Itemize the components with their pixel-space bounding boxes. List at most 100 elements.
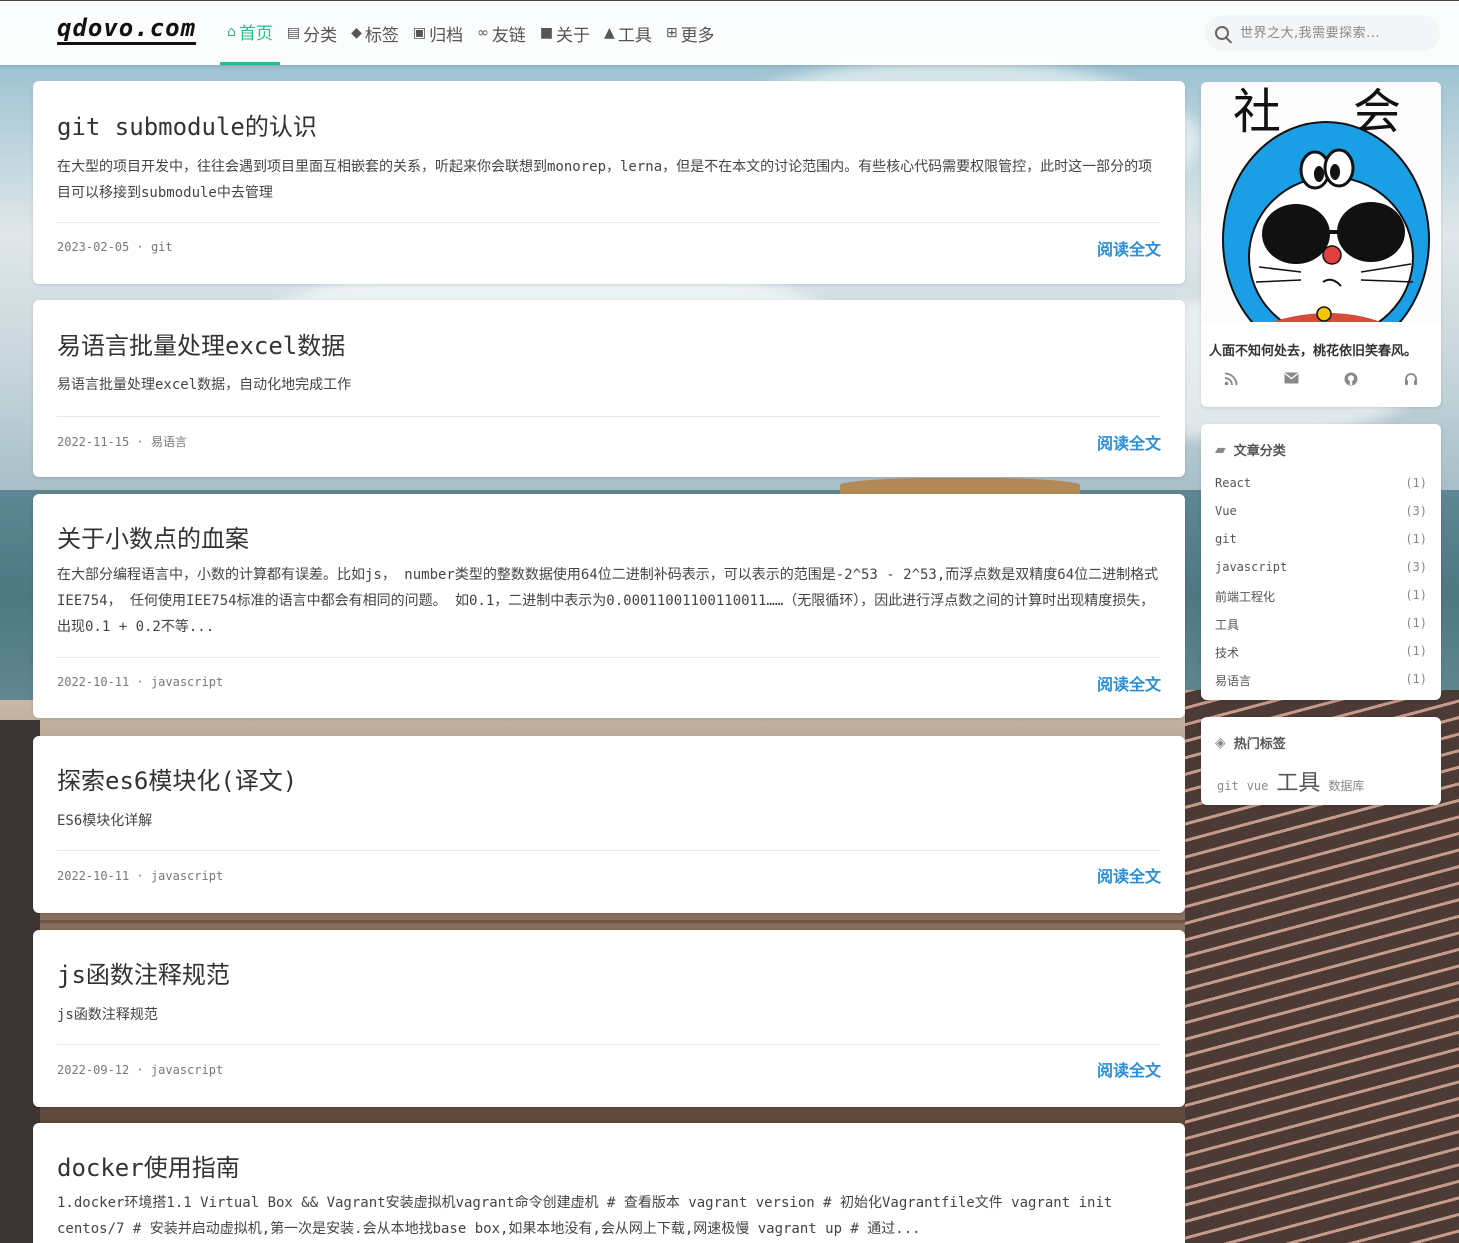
post-divider xyxy=(57,222,1161,223)
category-count: (1) xyxy=(1405,672,1427,686)
social-links xyxy=(1201,372,1441,390)
avatar: 社 会 xyxy=(1201,82,1441,359)
post-card: 探索es6模块化(译文) ES6模块化详解 2022-10-11 · javas… xyxy=(33,736,1185,913)
categories-card: ▰ 文章分类 React (1) Vue (3) git (1) javascript (3)… xyxy=(1201,424,1441,700)
post-title[interactable]: 易语言批量处理excel数据 xyxy=(57,326,345,361)
categories-heading: 文章分类 xyxy=(1233,444,1286,459)
read-more-link[interactable]: 阅读全文 xyxy=(1097,1057,1161,1081)
archive-icon: ▣ xyxy=(412,25,427,41)
post-meta: 2023-02-05 · git xyxy=(57,240,173,254)
category-count: (1) xyxy=(1405,616,1427,630)
nav-item-3[interactable]: ▣ 归档 xyxy=(406,1,470,65)
post-category[interactable]: javascript xyxy=(151,675,223,689)
post-date: 2023-02-05 xyxy=(57,240,130,254)
nav-item-2[interactable]: ◆ 标签 xyxy=(344,1,406,65)
post-title[interactable]: js函数注释规范 xyxy=(57,955,230,990)
post-divider xyxy=(57,850,1161,851)
post-title[interactable]: docker使用指南 xyxy=(57,1148,240,1183)
grid-icon: ⊞ xyxy=(665,25,678,41)
category-item[interactable]: 工具 (1) xyxy=(1215,616,1427,633)
category-item[interactable]: Vue (3) xyxy=(1215,504,1427,518)
nav-item-0[interactable]: ⌂ 首页 xyxy=(220,1,280,65)
envelope-icon[interactable] xyxy=(1284,372,1299,390)
post-excerpt: 在大部分编程语言中，小数的计算都有误差。比如js， number类型的整数数据使… xyxy=(57,567,1159,635)
site-logo[interactable]: qdovo.com xyxy=(57,15,197,45)
category-item[interactable]: git (1) xyxy=(1215,532,1427,546)
tags-icon: ◈ xyxy=(1215,734,1226,751)
nav-item-4[interactable]: ∞ 友链 xyxy=(470,1,533,65)
post-meta: 2022-10-11 · javascript xyxy=(57,675,224,689)
category-item[interactable]: 技术 (1) xyxy=(1215,644,1427,661)
nav-label: 归档 xyxy=(429,25,464,46)
read-more-link[interactable]: 阅读全文 xyxy=(1097,863,1161,887)
post-date: 2022-10-11 xyxy=(57,869,130,883)
post-category[interactable]: javascript xyxy=(151,869,223,883)
link-icon: ∞ xyxy=(477,25,489,41)
category-count: (1) xyxy=(1405,532,1427,546)
category-item[interactable]: React (1) xyxy=(1215,476,1427,490)
category-count: (1) xyxy=(1405,588,1427,602)
post-title[interactable]: 关于小数点的血案 xyxy=(57,519,249,554)
read-more-link[interactable]: 阅读全文 xyxy=(1097,236,1161,260)
nav-item-1[interactable]: ▤ 分类 xyxy=(280,1,344,65)
read-more-link[interactable]: 阅读全文 xyxy=(1097,430,1161,454)
post-excerpt: ES6模块化详解 xyxy=(57,813,153,829)
category-name: React xyxy=(1215,476,1252,490)
tag-item[interactable]: 数据库 xyxy=(1328,777,1364,794)
nav-label: 首页 xyxy=(238,24,273,44)
category-item[interactable]: javascript (3) xyxy=(1215,560,1427,574)
category-count: (1) xyxy=(1405,476,1427,490)
post-date: 2022-11-15 xyxy=(57,435,130,449)
home-icon: ⌂ xyxy=(227,23,236,40)
headphones-icon[interactable] xyxy=(1404,372,1418,390)
github-icon[interactable] xyxy=(1344,372,1358,390)
category-name: 易语言 xyxy=(1215,674,1252,688)
post-card: js函数注释规范 js函数注释规范 2022-09-12 · javascrip… xyxy=(33,930,1185,1107)
search-input[interactable] xyxy=(1240,25,1420,41)
category-count: (3) xyxy=(1405,560,1427,574)
profile-card: 社 会 人面不知何处去，桃花依旧笑春风。 xyxy=(1201,82,1441,407)
nav-label: 友链 xyxy=(491,25,526,46)
read-more-link[interactable]: 阅读全文 xyxy=(1097,671,1161,695)
category-name: javascript xyxy=(1215,560,1288,574)
post-excerpt: js函数注释规范 xyxy=(57,1007,158,1023)
rss-icon[interactable] xyxy=(1224,372,1238,390)
post-date: 2022-10-11 xyxy=(57,675,130,689)
post-excerpt: 易语言批量处理excel数据，自动化地完成工作 xyxy=(57,377,352,393)
category-name: Vue xyxy=(1215,504,1237,518)
category-name: git xyxy=(1215,532,1237,546)
post-category[interactable]: git xyxy=(151,240,173,254)
tag-item[interactable]: git xyxy=(1217,779,1239,793)
post-card: 关于小数点的血案 在大部分编程语言中，小数的计算都有误差。比如js， numbe… xyxy=(33,494,1185,718)
category-name: 工具 xyxy=(1215,618,1240,632)
post-divider xyxy=(57,1044,1161,1045)
post-card: 易语言批量处理excel数据 易语言批量处理excel数据，自动化地完成工作 2… xyxy=(33,300,1185,477)
tag-item[interactable]: vue xyxy=(1247,779,1269,793)
search-icon[interactable] xyxy=(1215,26,1229,40)
search-box[interactable] xyxy=(1205,15,1440,51)
doraemon-avatar-image: 社 会 xyxy=(1201,82,1441,359)
post-divider xyxy=(57,416,1161,417)
category-item[interactable]: 易语言 (1) xyxy=(1215,672,1427,689)
post-excerpt: 1.docker环境搭1.1 Virtual Box && Vagrant安装虚… xyxy=(57,1195,1113,1237)
post-title[interactable]: git submodule的认识 xyxy=(57,107,317,142)
nav-item-6[interactable]: ▲ 工具 xyxy=(597,1,659,65)
post-category[interactable]: 易语言 xyxy=(151,435,187,449)
category-item[interactable]: 前端工程化 (1) xyxy=(1215,588,1427,605)
tags-heading: 热门标签 xyxy=(1233,737,1286,752)
nav-label: 标签 xyxy=(364,25,399,46)
post-category[interactable]: javascript xyxy=(151,1063,223,1077)
nav-item-7[interactable]: ⊞ 更多 xyxy=(659,1,722,65)
category-name: 技术 xyxy=(1215,646,1240,660)
folder-open-icon: ▰ xyxy=(1215,441,1226,458)
tag-item[interactable]: 工具 xyxy=(1276,765,1320,797)
nav-item-5[interactable]: ■ 关于 xyxy=(533,1,597,65)
tags-title: ◈ 热门标签 xyxy=(1215,733,1286,753)
nav-label: 关于 xyxy=(556,25,591,46)
post-title[interactable]: 探索es6模块化(译文) xyxy=(57,761,297,796)
profile-motto: 人面不知何处去，桃花依旧笑春风。 xyxy=(1209,344,1418,359)
top-navbar: qdovo.com ⌂ 首页 ▤ 分类 ◆ 标签 ▣ 归档 ∞ 友链 ■ 关于 ▲ 工具 ⊞ 更多 xyxy=(0,0,1459,65)
folder-icon: ▤ xyxy=(286,25,301,41)
tag-icon: ◆ xyxy=(351,25,362,41)
flask-icon: ▲ xyxy=(604,25,615,41)
